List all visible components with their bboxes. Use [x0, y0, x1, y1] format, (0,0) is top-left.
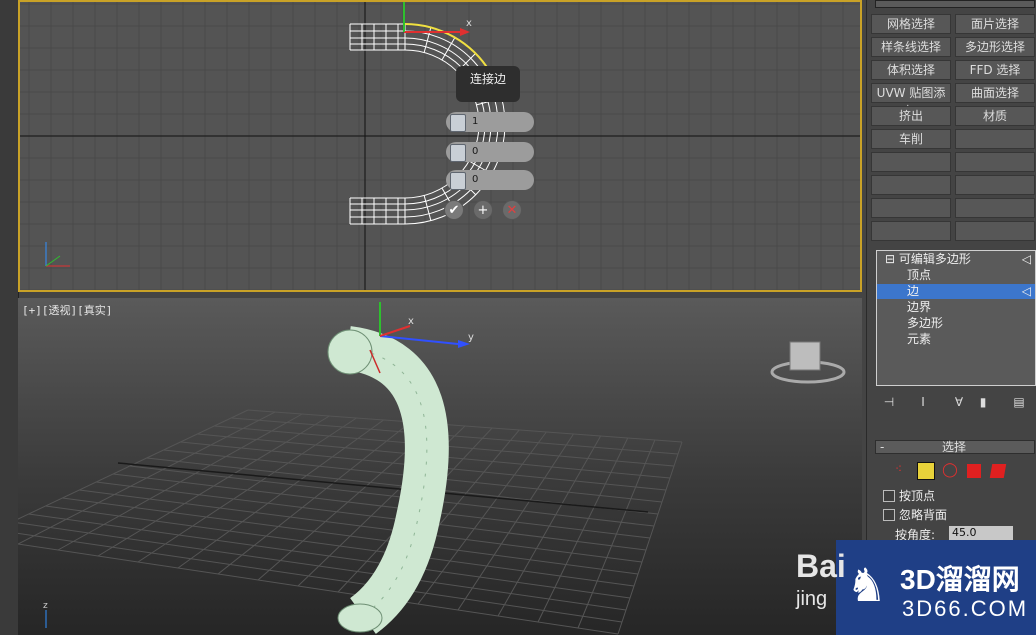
by-vertex-label: 按顶点 [899, 489, 936, 503]
show-end-result-icon[interactable]: Ⅰ [915, 394, 931, 410]
configure-modifier-sets-icon[interactable]: ▤ [1011, 394, 1027, 410]
modifier-button[interactable]: 挤出 [871, 106, 951, 126]
selection-triangle-icon: ◁ [1021, 284, 1031, 298]
tube-end-cap-bottom [337, 603, 383, 633]
pinch-icon [450, 144, 466, 162]
selection-triangle-icon: ◁ [1021, 252, 1031, 266]
empty-modifier-button[interactable] [871, 152, 951, 172]
modifier-stack[interactable]: ⊟ 可编辑多边形 ◁ 顶点 边 ◁ 边界 多边形 元素 [876, 250, 1036, 386]
stack-item-label: 边 [907, 284, 920, 298]
cross-icon: ✕ [506, 203, 518, 218]
modifier-button[interactable]: 样条线选择 [871, 37, 951, 57]
empty-modifier-button[interactable] [955, 198, 1035, 218]
slide-icon [450, 172, 466, 190]
empty-modifier-button[interactable] [871, 175, 951, 195]
by-vertex-checkbox[interactable] [883, 490, 895, 502]
slide-field[interactable]: 0 [446, 170, 534, 190]
pinch-value: 0 [472, 146, 479, 157]
perspective-viewport[interactable]: [+][透视][真实] x y z [18, 298, 862, 635]
top-gizmo-x-label: x [466, 18, 472, 29]
modifier-button[interactable]: UVW 贴图添加 [871, 83, 951, 118]
ignore-backfacing-label: 忽略背面 [899, 508, 948, 522]
modifier-button[interactable] [955, 129, 1035, 149]
top-viewport[interactable]: x 连接边 1 0 0 ✔ + ✕ [18, 0, 862, 292]
left-toolbar-strip [0, 0, 19, 635]
tube-end-cap [327, 329, 373, 375]
watermark: ♞ 3D溜溜网 3D66.COM [836, 540, 1036, 635]
angle-spinner[interactable]: 45.0 [949, 526, 1013, 540]
modifier-button[interactable]: FFD 选择 [955, 60, 1035, 80]
selection-rollout-header[interactable]: - 选择 [875, 440, 1035, 454]
segments-icon [450, 114, 466, 132]
persp-gizmo-y-label: y [468, 332, 474, 343]
modifier-button[interactable]: 面片选择 [955, 14, 1035, 34]
stack-root-item[interactable]: ⊟ 可编辑多边形 ◁ [877, 252, 1035, 267]
perspective-scene: x y z [18, 302, 846, 635]
stack-item-label: 边界 [907, 300, 932, 314]
stack-item-label: 元素 [907, 332, 932, 346]
modifier-button[interactable]: 网格选择 [871, 14, 951, 34]
modifier-button[interactable]: 体积选择 [871, 60, 951, 80]
top-viewport-grid: x [20, 2, 860, 290]
rollout-collapse-toggle[interactable]: - [880, 441, 884, 453]
stack-item-vertex[interactable]: 顶点 [877, 268, 1035, 283]
watermark-url: 3D66.COM [902, 596, 1029, 621]
vertex-mode-icon[interactable]: ⁖ [895, 462, 913, 480]
persp-gizmo-x-label: x [408, 316, 414, 327]
modifier-button[interactable]: 多边形选择 [955, 37, 1035, 57]
slide-value: 0 [472, 174, 479, 185]
persp-corner-z-label: z [43, 601, 48, 611]
pinch-field[interactable]: 0 [446, 142, 534, 162]
empty-modifier-button[interactable] [955, 221, 1035, 241]
stack-item-polygon[interactable]: 多边形 [877, 316, 1035, 331]
stack-item-element[interactable]: 元素 [877, 332, 1035, 347]
stack-item-border[interactable]: 边界 [877, 300, 1035, 315]
empty-modifier-button[interactable] [871, 198, 951, 218]
border-mode-icon[interactable]: ◯ [941, 462, 959, 480]
segments-value: 1 [472, 116, 479, 127]
modifier-list-dropdown[interactable] [875, 0, 1035, 8]
connect-edges-caddy-title: 连接边 [456, 66, 520, 102]
stack-item-label: 顶点 [907, 268, 932, 282]
check-icon: ✔ [448, 203, 460, 218]
deer-logo-icon: ♞ [846, 558, 888, 612]
segments-field[interactable]: 1 [446, 112, 534, 132]
modifier-button[interactable]: 材质 [955, 106, 1035, 126]
make-unique-icon[interactable]: ∀ [951, 394, 967, 410]
ignore-backfacing-checkbox[interactable] [883, 509, 895, 521]
rollout-title: 选择 [942, 440, 967, 454]
stack-root-label: 可编辑多边形 [898, 252, 971, 266]
polygon-mode-icon[interactable] [967, 464, 981, 478]
tube-mesh [344, 326, 449, 634]
modifier-button[interactable]: 车削 [871, 129, 951, 149]
watermark-brand: 3D溜溜网 [900, 564, 1020, 595]
baidu-watermark: Bai [796, 548, 846, 584]
stack-item-edge[interactable]: 边 ◁ [877, 284, 1035, 299]
stack-item-label: 多边形 [907, 316, 944, 330]
remove-modifier-icon[interactable]: ▮ [975, 394, 991, 410]
empty-modifier-button[interactable] [871, 221, 951, 241]
cancel-button[interactable]: ✕ [502, 200, 522, 220]
edge-mode-icon[interactable] [917, 462, 935, 480]
apply-button[interactable]: + [473, 200, 493, 220]
empty-modifier-button[interactable] [955, 152, 1035, 172]
baidu-jingyan-watermark: jing [796, 588, 828, 610]
collapse-box-icon: ⊟ [885, 252, 896, 266]
modifier-button[interactable]: 曲面选择 [955, 83, 1035, 103]
element-mode-icon[interactable] [989, 464, 1007, 478]
viewcube-icon [789, 341, 821, 371]
ok-button[interactable]: ✔ [444, 200, 464, 220]
plus-icon: + [477, 203, 489, 218]
empty-modifier-button[interactable] [955, 175, 1035, 195]
pin-stack-icon[interactable]: ⊣ [881, 394, 897, 410]
